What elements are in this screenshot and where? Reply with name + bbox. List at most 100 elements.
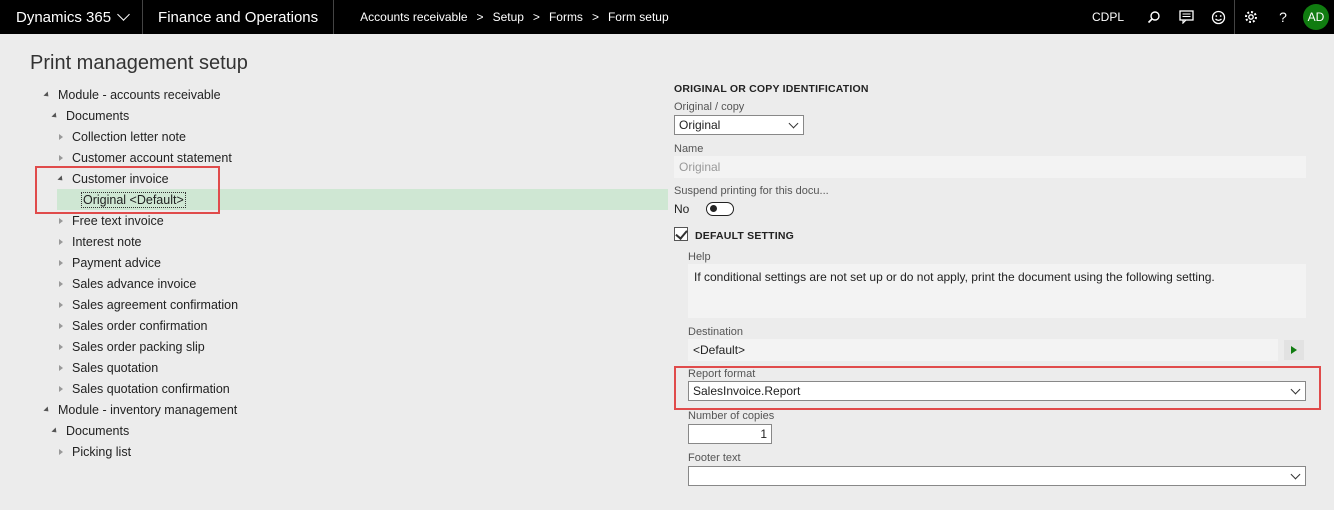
tree-node-sales-order-packing-slip[interactable]: Sales order packing slip xyxy=(0,336,668,357)
search-icon[interactable] xyxy=(1138,0,1170,34)
breadcrumb-item[interactable]: Setup xyxy=(493,10,524,24)
tree-node-sales-agreement-confirmation[interactable]: Sales agreement confirmation xyxy=(0,294,668,315)
chevron-right-icon: > xyxy=(476,10,484,24)
tree-node-sales-quotation-confirmation[interactable]: Sales quotation confirmation xyxy=(0,378,668,399)
collapsed-triangle-icon[interactable] xyxy=(56,238,66,245)
destination-button[interactable] xyxy=(1284,340,1304,360)
collapsed-triangle-icon[interactable] xyxy=(56,322,66,329)
collapsed-triangle-icon[interactable] xyxy=(56,301,66,308)
help-icon[interactable]: ? xyxy=(1267,0,1299,34)
copies-label: Number of copies xyxy=(688,410,775,422)
tree-node-sales-advance-invoice[interactable]: Sales advance invoice xyxy=(0,273,668,294)
tree-node-collection-letter-note[interactable]: Collection letter note xyxy=(0,126,668,147)
message-icon[interactable] xyxy=(1170,0,1202,34)
collapsed-triangle-icon[interactable] xyxy=(56,343,66,350)
footer-text-label: Footer text xyxy=(688,452,741,464)
tree-node-label: Sales agreement confirmation xyxy=(72,297,239,312)
help-text: If conditional settings are not set up o… xyxy=(688,264,1306,318)
collapsed-triangle-icon[interactable] xyxy=(56,364,66,371)
collapsed-triangle-icon[interactable] xyxy=(56,280,66,287)
smiley-icon[interactable] xyxy=(1202,0,1234,34)
top-bar: Dynamics 365 Finance and Operations Acco… xyxy=(0,0,1334,34)
suspend-printing-row: No xyxy=(674,202,735,216)
chevron-down-icon xyxy=(117,8,130,21)
breadcrumb: Accounts receivable > Setup > Forms > Fo… xyxy=(334,10,668,24)
expanded-triangle-icon[interactable] xyxy=(50,111,60,120)
avatar[interactable]: AD xyxy=(1303,4,1329,30)
report-format-value: SalesInvoice.Report xyxy=(693,384,801,398)
app-name[interactable]: Finance and Operations xyxy=(143,0,335,34)
tree-node-label: Interest note xyxy=(72,234,142,249)
tree-node-original-default[interactable]: Original <Default> xyxy=(57,189,668,210)
tree-node-label: Sales quotation xyxy=(72,360,159,375)
expanded-triangle-icon[interactable] xyxy=(42,405,52,414)
suspend-printing-toggle[interactable] xyxy=(706,202,735,216)
tree-node-picking-list[interactable]: Picking list xyxy=(0,441,668,462)
tree-node-label: Free text invoice xyxy=(72,213,164,228)
breadcrumb-item[interactable]: Forms xyxy=(549,10,583,24)
tree-node-label: Sales quotation confirmation xyxy=(72,381,230,396)
tree-node-module-ar[interactable]: Module - accounts receivable xyxy=(0,84,668,105)
original-copy-select[interactable]: Original xyxy=(674,115,804,135)
collapsed-triangle-icon[interactable] xyxy=(56,385,66,392)
expanded-triangle-icon[interactable] xyxy=(56,174,66,183)
company-picker[interactable]: CDPL xyxy=(1092,10,1124,24)
play-icon xyxy=(1291,346,1297,354)
tree-node-sales-quotation[interactable]: Sales quotation xyxy=(0,357,668,378)
tree-node-customer-account-statement[interactable]: Customer account statement xyxy=(0,147,668,168)
destination-label: Destination xyxy=(688,326,744,338)
copies-input[interactable]: 1 xyxy=(688,424,772,444)
tree-node-documents[interactable]: Documents xyxy=(0,420,668,441)
suspend-printing-value: No xyxy=(674,202,690,216)
tree-node-label: Original <Default> xyxy=(81,191,186,208)
tree-node-sales-order-confirmation[interactable]: Sales order confirmation xyxy=(0,315,668,336)
collapsed-triangle-icon[interactable] xyxy=(56,217,66,224)
tree-node-label: Payment advice xyxy=(72,255,161,270)
destination-field[interactable]: <Default> xyxy=(688,339,1278,361)
tree-node-label: Documents xyxy=(66,423,130,438)
collapsed-triangle-icon[interactable] xyxy=(56,259,66,266)
tree-node-label: Documents xyxy=(66,108,130,123)
suspend-printing-label: Suspend printing for this docu... xyxy=(674,185,829,197)
tree-node-free-text-invoice[interactable]: Free text invoice xyxy=(0,210,668,231)
collapsed-triangle-icon[interactable] xyxy=(56,448,66,455)
tree-node-module-inventory[interactable]: Module - inventory management xyxy=(0,399,668,420)
tree-node-label: Sales advance invoice xyxy=(72,276,197,291)
tree-node-label: Module - accounts receivable xyxy=(58,87,221,102)
expanded-triangle-icon[interactable] xyxy=(50,426,60,435)
help-label: Help xyxy=(688,251,711,263)
original-copy-label: Original / copy xyxy=(674,101,745,113)
gear-icon[interactable] xyxy=(1235,0,1267,34)
breadcrumb-item[interactable]: Form setup xyxy=(608,10,669,24)
page-title: Print management setup xyxy=(30,52,248,74)
toggle-knob xyxy=(710,205,718,212)
report-format-label: Report format xyxy=(688,368,756,380)
default-setting-row: DEFAULT SETTING xyxy=(674,226,794,242)
tree-node-interest-note[interactable]: Interest note xyxy=(0,231,668,252)
tree-node-label: Picking list xyxy=(72,444,132,459)
name-field[interactable]: Original xyxy=(674,156,1306,178)
chevron-right-icon: > xyxy=(532,10,540,24)
chevron-down-icon xyxy=(788,118,799,129)
default-setting-label: DEFAULT SETTING xyxy=(695,230,795,242)
tree-node-payment-advice[interactable]: Payment advice xyxy=(0,252,668,273)
collapsed-triangle-icon[interactable] xyxy=(56,133,66,140)
original-copy-value: Original xyxy=(679,118,721,132)
brand-label: Dynamics 365 xyxy=(16,8,112,26)
tree-node-label: Collection letter note xyxy=(72,129,186,144)
tree-node-label: Module - inventory management xyxy=(58,402,238,417)
footer-text-select[interactable] xyxy=(688,466,1306,486)
tree-node-label: Sales order packing slip xyxy=(72,339,205,354)
tree-node-label: Sales order confirmation xyxy=(72,318,208,333)
report-format-select[interactable]: SalesInvoice.Report xyxy=(688,381,1306,401)
tree-node-customer-invoice[interactable]: Customer invoice xyxy=(0,168,668,189)
tree-node-documents[interactable]: Documents xyxy=(0,105,668,126)
tree-node-label: Customer invoice xyxy=(72,171,169,186)
section-title: ORIGINAL OR COPY IDENTIFICATION xyxy=(674,83,869,95)
expanded-triangle-icon[interactable] xyxy=(42,90,52,99)
dynamics-menu-button[interactable]: Dynamics 365 xyxy=(0,0,144,34)
collapsed-triangle-icon[interactable] xyxy=(56,154,66,161)
chevron-down-icon xyxy=(1290,384,1301,395)
breadcrumb-item[interactable]: Accounts receivable xyxy=(360,10,467,24)
default-setting-checkbox[interactable] xyxy=(674,227,688,241)
